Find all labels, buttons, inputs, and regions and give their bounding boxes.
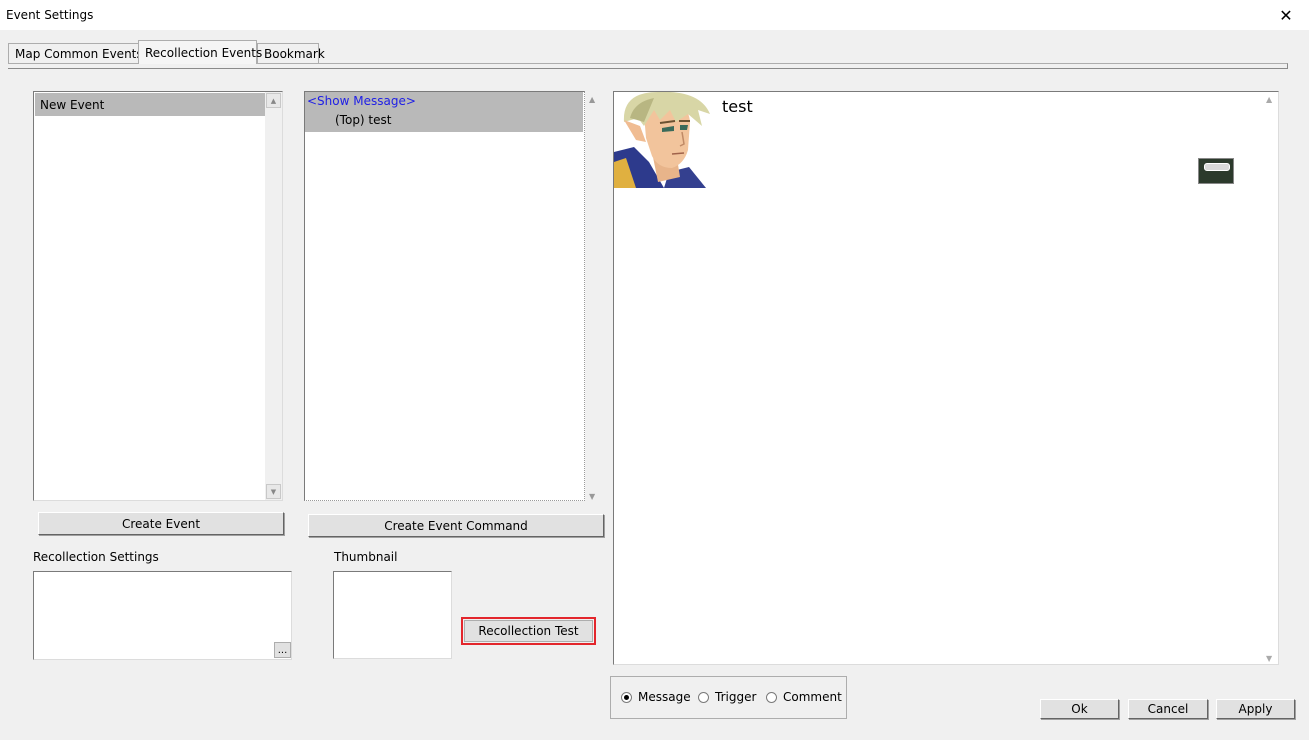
scroll-up-icon[interactable]: ▲ bbox=[589, 95, 595, 104]
create-event-button[interactable]: Create Event bbox=[38, 512, 284, 535]
thumbnail-box[interactable] bbox=[333, 571, 452, 659]
radio-trigger[interactable]: Trigger bbox=[698, 690, 756, 704]
radio-label: Trigger bbox=[715, 690, 757, 704]
character-portrait-icon bbox=[614, 92, 712, 188]
event-list-scrollbar[interactable]: ▲ ▼ bbox=[265, 92, 282, 500]
list-item[interactable]: New Event bbox=[35, 93, 265, 116]
preview-message-text: test bbox=[722, 97, 753, 116]
event-command-list[interactable]: <Show Message> (Top) test bbox=[304, 91, 585, 501]
tab-label: Bookmark bbox=[264, 47, 325, 61]
scroll-down-icon[interactable]: ▼ bbox=[266, 484, 281, 499]
radio-label: Comment bbox=[783, 690, 842, 704]
scroll-down-icon[interactable]: ▼ bbox=[589, 492, 595, 501]
ellipsis-icon: ... bbox=[277, 644, 288, 656]
message-window-icon bbox=[1198, 158, 1234, 184]
thumbnail-label: Thumbnail bbox=[334, 550, 398, 564]
view-mode-group: Message Trigger Comment bbox=[610, 676, 847, 719]
tab-label: Map Common Events bbox=[15, 47, 143, 61]
create-event-command-label: Create Event Command bbox=[384, 518, 528, 533]
recollection-settings-label: Recollection Settings bbox=[33, 550, 159, 564]
close-icon: ✕ bbox=[1279, 5, 1293, 25]
apply-button[interactable]: Apply bbox=[1216, 699, 1295, 719]
tab-map-common-events[interactable]: Map Common Events bbox=[8, 43, 143, 64]
scroll-up-icon[interactable]: ▲ bbox=[266, 93, 281, 108]
tab-bookmark[interactable]: Bookmark bbox=[257, 43, 325, 64]
ok-button[interactable]: Ok bbox=[1040, 699, 1119, 719]
event-item-label: New Event bbox=[40, 98, 105, 112]
apply-label: Apply bbox=[1238, 702, 1273, 716]
radio-icon bbox=[698, 691, 709, 703]
window-title: Event Settings bbox=[6, 8, 94, 22]
radio-selected-icon bbox=[621, 691, 632, 703]
radio-label: Message bbox=[638, 690, 691, 704]
message-preview: test bbox=[613, 91, 1279, 665]
recollection-test-button[interactable]: Recollection Test bbox=[464, 620, 593, 642]
title-bar: Event Settings ✕ bbox=[0, 0, 1309, 30]
radio-comment[interactable]: Comment bbox=[766, 690, 842, 704]
cancel-label: Cancel bbox=[1147, 702, 1189, 716]
command-list-scrollbar[interactable]: ▲ ▼ bbox=[586, 91, 603, 501]
tab-label: Recollection Events bbox=[145, 45, 263, 60]
radio-message[interactable]: Message bbox=[621, 690, 691, 704]
event-list[interactable]: New Event ▲ ▼ bbox=[33, 91, 283, 501]
recollection-settings-browse-button[interactable]: ... bbox=[274, 642, 291, 658]
tab-recollection-events[interactable]: Recollection Events bbox=[138, 40, 262, 64]
close-button[interactable]: ✕ bbox=[1263, 0, 1309, 30]
preview-scrollbar[interactable]: ▲ ▼ bbox=[1262, 91, 1279, 665]
command-name: <Show Message> bbox=[307, 94, 416, 108]
create-event-command-button[interactable]: Create Event Command bbox=[308, 514, 604, 537]
recollection-test-label: Recollection Test bbox=[478, 624, 579, 638]
recollection-settings-field[interactable] bbox=[33, 571, 292, 660]
scroll-down-icon[interactable]: ▼ bbox=[1266, 654, 1272, 663]
create-event-label: Create Event bbox=[121, 516, 201, 531]
command-detail: (Top) test bbox=[335, 113, 392, 127]
ok-label: Ok bbox=[1071, 702, 1088, 716]
radio-icon bbox=[766, 691, 777, 703]
cancel-button[interactable]: Cancel bbox=[1128, 699, 1208, 719]
scroll-up-icon[interactable]: ▲ bbox=[1266, 95, 1272, 104]
